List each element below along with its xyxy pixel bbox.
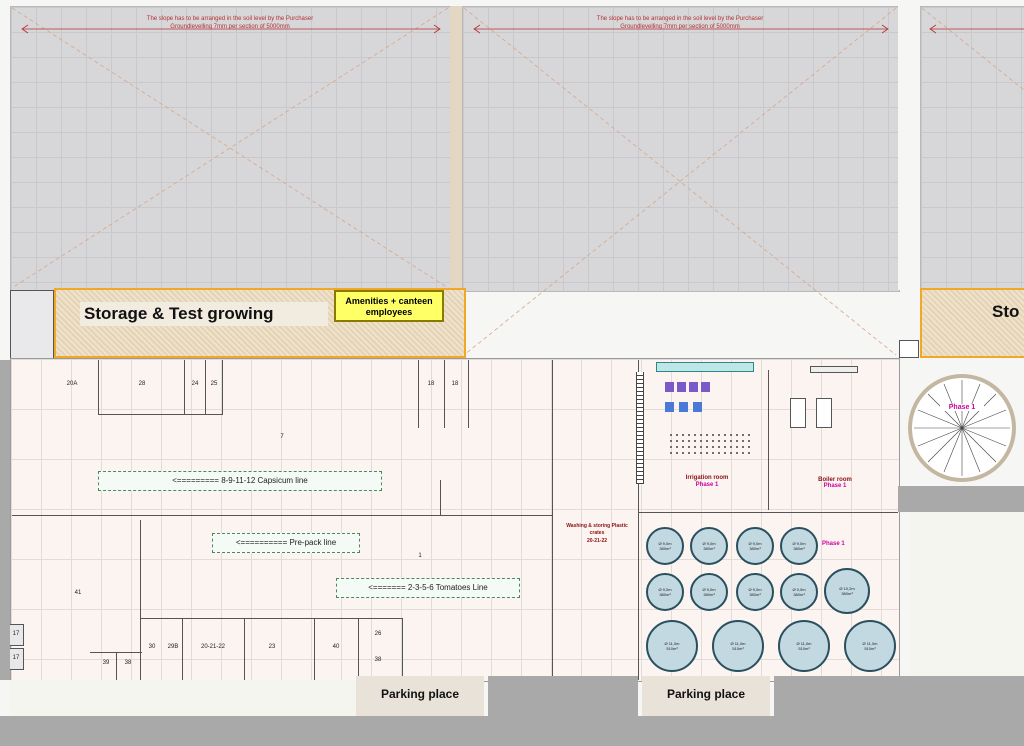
water-tank: Ø 9,0m 380m³ (780, 527, 818, 565)
tank-volume: 380m³ (659, 546, 671, 551)
room-20-21-22: 20-21-22 (200, 644, 226, 650)
tank-volume: 510m³ (732, 646, 744, 651)
site-strip (10, 680, 356, 716)
boiler-pipe (810, 366, 858, 373)
room-38: 38 (374, 657, 382, 663)
water-tank: Ø 11,0m 510m³ (712, 620, 764, 672)
washing-label: Washing & storing Plastic crates (566, 523, 628, 536)
road-bottom (0, 716, 1024, 746)
room-30: 30 (148, 644, 156, 650)
irrigation-room-label: Irrigation room (685, 475, 729, 481)
washing-number: 20-21-22 (586, 538, 607, 544)
room-29b: 29B (167, 644, 179, 650)
water-tank: Ø 9,0m 380m³ (690, 573, 728, 611)
water-tank: Ø 11,0m 510m³ (646, 620, 698, 672)
levelling-note-left: Groundlevelling 7mm per section of 5000m… (170, 24, 290, 30)
boiler-unit-1 (790, 398, 806, 428)
irrigation-pumps (665, 402, 705, 412)
water-tank: Ø 9,0m 380m³ (736, 573, 774, 611)
road-access (488, 676, 638, 716)
connector-block (899, 340, 919, 358)
water-tank: Ø 9,0m 380m³ (646, 573, 684, 611)
room-20a: 20A (66, 381, 78, 387)
water-tank: Ø 10,2m 380m³ (824, 568, 870, 614)
room-1: 1 (418, 553, 422, 559)
room-23: 23 (268, 644, 276, 650)
rack-column (636, 372, 644, 484)
tomatoes-line: <======= 2-3-5-6 Tomatoes Line (336, 578, 520, 598)
amenities-box: Amenities + canteen employees (334, 290, 444, 322)
parking-place-right: Parking place (642, 676, 770, 716)
tank-volume: 510m³ (798, 646, 810, 651)
capsicum-line: <========= 8-9-11-12 Capsicum line (98, 471, 382, 491)
silo-phase-label: Phase 1 (940, 404, 984, 411)
room-28: 28 (138, 381, 146, 387)
tank-volume: 380m³ (793, 592, 805, 597)
storage-label: Storage & Test growing (80, 302, 328, 326)
boiler-unit-2 (816, 398, 832, 428)
road-access-right (774, 676, 1024, 716)
silo-spokes (914, 380, 1010, 476)
irrigation-equipment (656, 362, 754, 372)
water-tank: Ø 9,0m 380m³ (690, 527, 728, 565)
silo-ground-lawn (910, 512, 1024, 686)
tank-volume: 380m³ (749, 592, 761, 597)
tank-volume: 380m³ (703, 546, 715, 551)
road-left-edge (0, 360, 10, 680)
irrigation-tanks-row (665, 382, 711, 392)
tank-volume: 380m³ (749, 546, 761, 551)
tank-volume: 510m³ (864, 646, 876, 651)
water-tank: Ø 9,0m 380m³ (780, 573, 818, 611)
tank-volume: 380m³ (703, 592, 715, 597)
irrigation-phase-label: Phase 1 (695, 482, 719, 488)
tank-volume: 380m³ (841, 591, 853, 596)
room-26: 26 (374, 631, 382, 637)
room-7: 7 (280, 434, 284, 440)
water-tank: Ø 11,0m 510m³ (844, 620, 896, 672)
prepack-line: <========== Pre-pack line (212, 533, 360, 553)
levelling-note-middle: Groundlevelling 7mm per section of 5000m… (620, 24, 740, 30)
tank-volume: 380m³ (659, 592, 671, 597)
room-40: 40 (332, 644, 340, 650)
room-17a: 17 (12, 631, 20, 637)
room-25: 25 (210, 381, 218, 387)
tank-volume: 380m³ (793, 546, 805, 551)
tank-volume: 510m³ (666, 646, 678, 651)
boiler-phase-label: Phase 1 (823, 483, 847, 489)
room-38b: 38 (124, 660, 132, 666)
water-tank: Ø 9,0m 380m³ (736, 527, 774, 565)
tanks-phase-label: Phase 1 (822, 541, 845, 547)
packing-hall (10, 358, 900, 682)
silo-phase-1 (908, 374, 1016, 482)
room-18b: 18 (451, 381, 459, 387)
water-tank: Ø 11,0m 510m³ (778, 620, 830, 672)
room-41: 41 (74, 590, 82, 596)
storage-area-right (920, 288, 1024, 358)
storage-label-cut: Sto (992, 302, 1020, 321)
parking-place-left: Parking place (356, 676, 484, 716)
silo-ground (898, 486, 1024, 512)
room-18a: 18 (427, 381, 435, 387)
room-17b: 17 (12, 655, 20, 661)
water-tank: Ø 9,0m 380m³ (646, 527, 684, 565)
room-24: 24 (191, 381, 199, 387)
room-39: 39 (102, 660, 110, 666)
irrigation-grid (668, 432, 750, 454)
